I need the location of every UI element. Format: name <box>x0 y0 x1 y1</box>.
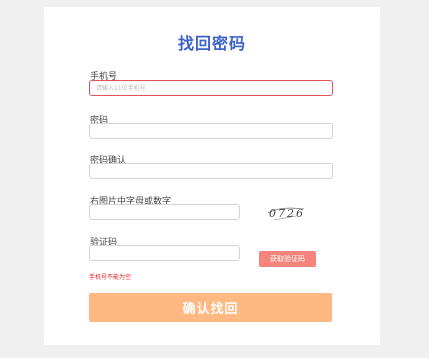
phone-input[interactable] <box>89 80 333 96</box>
phone-error-message: 手机号不能为空 <box>89 274 132 281</box>
recover-password-card: 找回密码 手机号 密码 密码确认 右图片中字母或数字 0726 验证码 获取验证… <box>44 7 380 345</box>
captcha-text: 0726 <box>269 207 305 220</box>
captcha-input[interactable] <box>89 204 240 220</box>
captcha-image[interactable]: 0726 <box>266 204 306 222</box>
get-sms-code-button[interactable]: 获取验证码 <box>259 251 316 267</box>
confirm-recover-button[interactable]: 确认找回 <box>89 293 332 322</box>
password-input[interactable] <box>89 123 333 139</box>
password-confirm-input[interactable] <box>89 163 333 179</box>
sms-code-input[interactable] <box>89 245 240 261</box>
page-title: 找回密码 <box>177 34 246 53</box>
